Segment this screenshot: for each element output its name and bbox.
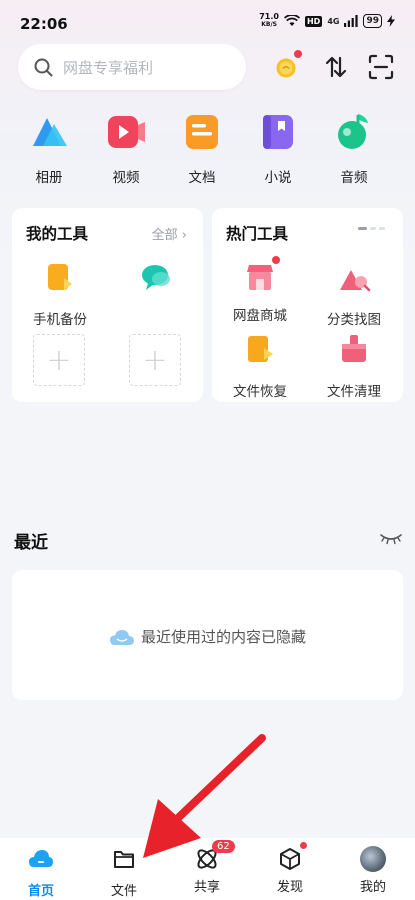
store-icon [247, 265, 273, 290]
chat-icon [142, 265, 170, 290]
recent-empty-text: 最近使用过的内容已隐藏 [140, 628, 306, 646]
image-search-icon [340, 270, 371, 292]
status-time: 22:06 [20, 15, 68, 33]
search-icon [34, 58, 53, 76]
network-type: 4G [327, 16, 340, 26]
quick-nav-document[interactable]: 文档 [172, 110, 232, 186]
signal-icon [344, 15, 359, 27]
transfer-arrows-icon [325, 56, 347, 78]
nav-label: 文件 [110, 884, 137, 899]
net-speed: 71.0 KB/S [259, 13, 279, 29]
nav-label: 我的 [359, 880, 386, 895]
recent-card: 最近使用过的内容已隐藏 [12, 570, 403, 700]
tool-file-restore[interactable]: 文件恢复 [220, 332, 300, 400]
quick-nav-video[interactable]: 视频 [96, 110, 156, 186]
quick-nav-label: 小说 [264, 170, 292, 186]
battery-level: 99 [366, 16, 379, 26]
nav-share[interactable]: 62 共享 [177, 840, 237, 895]
hot-tools-card: 热门工具 网盘商城 分类找图 文件恢复 文件清理 [212, 208, 403, 402]
quick-nav-novel[interactable]: 小说 [248, 110, 308, 186]
file-restore-icon [248, 336, 273, 362]
hot-tools-pager [358, 227, 385, 230]
folder-icon [114, 851, 134, 868]
quick-nav-label: 相册 [35, 170, 63, 186]
recent-title: 最近 [14, 533, 48, 553]
bottom-nav: 首页 文件 62 共享 发现 我的 [0, 838, 415, 900]
recent-empty-state: 最近使用过的内容已隐藏 [12, 626, 403, 647]
tool-image-search[interactable]: 分类找图 [314, 260, 394, 328]
phone-backup-icon [48, 264, 72, 290]
transfer-button[interactable] [322, 54, 350, 80]
net-speed-value: 71.0 [259, 12, 279, 21]
coin-button[interactable] [272, 50, 302, 81]
audio-icon [338, 114, 368, 149]
quick-nav-label: 音频 [340, 170, 368, 186]
tool-store[interactable]: 网盘商城 [220, 256, 300, 324]
nav-label: 发现 [276, 880, 303, 895]
avatar [360, 846, 386, 872]
novel-icon [263, 115, 293, 149]
coin-notification-dot [294, 50, 302, 58]
nav-label: 首页 [27, 884, 54, 899]
status-bar: 22:06 71.0 KB/S HD 4G 99 [0, 0, 415, 44]
quick-nav-label: 文档 [188, 170, 216, 186]
add-tool-slot-2[interactable]: + [129, 334, 181, 386]
discover-notification-dot [300, 842, 307, 849]
tool-phone-backup[interactable]: 手机备份 [20, 260, 100, 328]
discover-cube-icon [280, 848, 300, 870]
status-indicators: 71.0 KB/S HD 4G 99 [259, 13, 395, 29]
my-tools-title: 我的工具 [26, 225, 89, 243]
my-tools-all-link[interactable]: 全部 › [152, 224, 187, 243]
tool-file-clean[interactable]: 文件清理 [314, 332, 394, 400]
tool-label: 文件恢复 [233, 384, 287, 400]
file-clean-icon [342, 335, 366, 362]
nav-files[interactable]: 文件 [94, 846, 154, 899]
cloud-hidden-icon [109, 629, 134, 645]
wifi-icon [283, 15, 300, 26]
nav-mine[interactable]: 我的 [343, 846, 403, 895]
scan-icon [368, 54, 394, 80]
my-tools-card: 我的工具 全部 › 手机备份 + + [12, 208, 203, 402]
quick-nav-label: 视频 [112, 170, 140, 186]
eye-closed-icon[interactable] [380, 532, 402, 546]
document-icon [186, 115, 218, 149]
tool-label: 分类找图 [327, 312, 381, 328]
nav-label: 共享 [193, 880, 220, 895]
nav-home[interactable]: 首页 [11, 846, 71, 899]
search-placeholder: 网盘专享福利 [63, 58, 154, 77]
hot-tools-title: 热门工具 [226, 225, 289, 243]
add-tool-slot-1[interactable]: + [33, 334, 85, 386]
tool-label: 网盘商城 [233, 308, 287, 324]
quick-nav: 相册 视频 文档 小说 音频 [0, 110, 415, 190]
tool-chat[interactable] [116, 260, 196, 300]
video-icon [108, 116, 145, 148]
scan-button[interactable] [368, 54, 394, 80]
quick-nav-audio[interactable]: 音频 [324, 110, 384, 186]
tool-label: 文件清理 [327, 384, 381, 400]
album-icon [33, 118, 67, 146]
home-cloud-icon [29, 850, 53, 867]
battery-indicator: 99 [363, 14, 382, 28]
search-input[interactable]: 网盘专享福利 [18, 44, 246, 90]
hd-badge: HD [304, 15, 323, 27]
quick-nav-album[interactable]: 相册 [19, 110, 79, 186]
net-speed-unit: KB/S [261, 21, 277, 28]
nav-discover[interactable]: 发现 [260, 842, 320, 895]
charging-icon [387, 15, 395, 27]
store-notification-dot [272, 256, 280, 264]
tool-label: 手机备份 [33, 312, 87, 328]
share-count-badge: 62 [212, 840, 235, 853]
